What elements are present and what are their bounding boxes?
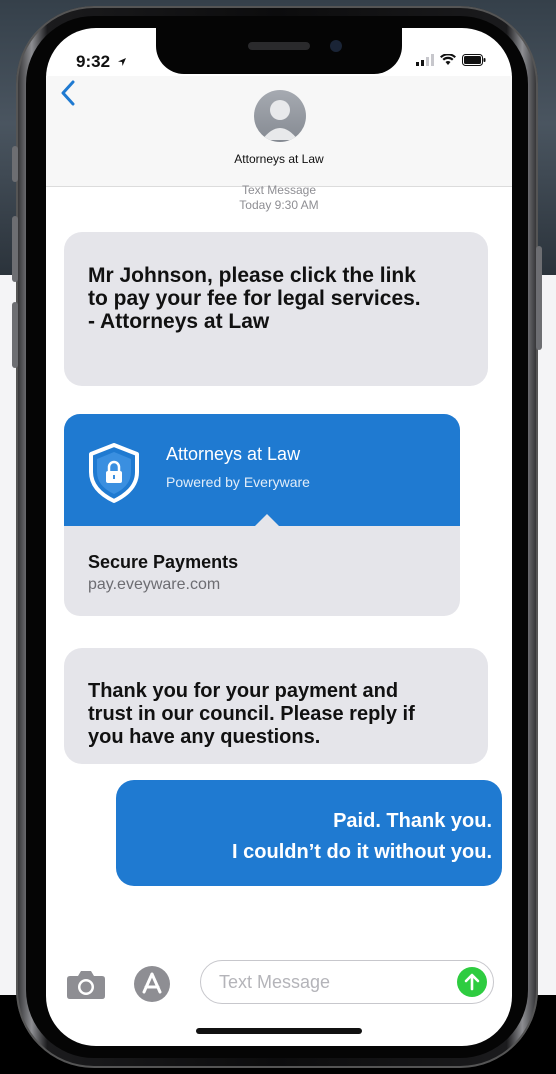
front-camera <box>330 40 342 52</box>
message-line: you have any questions. <box>88 726 321 748</box>
message-timestamp: Text Message Today 9:30 AM <box>46 183 512 213</box>
incoming-message-bubble[interactable]: Thank you for your payment and trust in … <box>64 648 488 764</box>
message-text-field[interactable] <box>219 971 439 993</box>
app-store-button[interactable] <box>132 964 172 1009</box>
send-button[interactable] <box>457 967 487 997</box>
earpiece-speaker <box>248 42 310 50</box>
person-silhouette-icon <box>262 100 298 140</box>
contact-name[interactable]: Attorneys at Law <box>46 152 512 166</box>
status-icons <box>416 54 486 66</box>
volume-down-button <box>12 302 18 368</box>
battery-icon <box>462 54 486 66</box>
message-line: Thank you for your payment and <box>88 680 399 702</box>
volume-up-button <box>12 216 18 282</box>
mute-switch <box>12 146 18 182</box>
link-preview-label: Secure Payments <box>88 552 239 572</box>
message-input[interactable] <box>200 960 494 1004</box>
back-button[interactable] <box>60 80 76 111</box>
incoming-message-bubble[interactable]: Mr Johnson, please click the link to pay… <box>64 232 488 386</box>
timestamp-text: Today 9:30 AM <box>239 198 319 212</box>
camera-icon <box>67 971 105 999</box>
link-preview-domain: pay.eveyware.com <box>88 576 221 593</box>
camera-button[interactable] <box>66 968 106 1005</box>
contact-avatar[interactable] <box>254 90 306 142</box>
side-button <box>536 246 542 350</box>
link-preview-title: Attorneys at Law <box>166 444 301 464</box>
message-line: to pay your fee for legal services. <box>88 287 421 310</box>
message-line: trust in our council. Please reply if <box>88 703 415 725</box>
outgoing-message-bubble[interactable]: Paid. Thank you. I couldn’t do it withou… <box>116 780 502 886</box>
status-time: 9:32 <box>76 52 127 72</box>
link-preview-card[interactable]: Attorneys at Law Powered by Everyware Se… <box>64 414 460 616</box>
app-store-icon <box>134 966 170 1002</box>
cellular-signal-icon <box>416 54 434 66</box>
location-arrow-icon <box>117 58 126 66</box>
home-indicator[interactable] <box>196 1028 362 1034</box>
link-preview-subtitle: Powered by Everyware <box>166 474 310 490</box>
chevron-left-icon <box>61 80 75 106</box>
message-line: I couldn’t do it without you. <box>232 841 492 863</box>
wifi-icon <box>440 54 456 65</box>
shield-lock-icon <box>86 442 142 509</box>
arrow-up-icon <box>464 973 480 991</box>
service-label: Text Message <box>241 183 317 197</box>
link-preview-pointer <box>254 514 280 527</box>
message-line: - Attorneys at Law <box>88 310 270 333</box>
message-line: Paid. Thank you. <box>333 810 492 832</box>
camera-notch <box>156 28 402 74</box>
message-line: Mr Johnson, please click the link <box>88 264 416 287</box>
messages-screen: 9:32 Attorneys at Law Text Message Today… <box>46 28 512 1046</box>
